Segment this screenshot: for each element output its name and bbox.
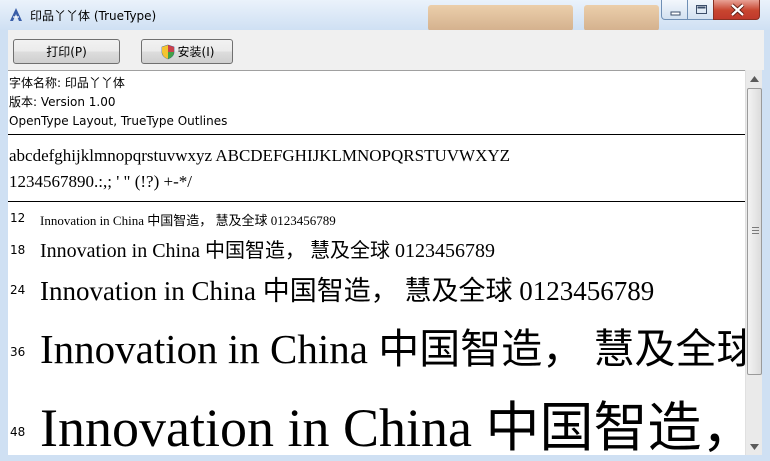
shield-icon xyxy=(161,44,174,59)
install-button[interactable]: 安装(I) xyxy=(141,39,233,64)
maximize-button[interactable] xyxy=(687,0,714,20)
sample-text: Innovation in China 中国智造， 慧及全球 012345678… xyxy=(40,326,745,372)
font-info: 字体名称: 印品丫丫体 版本: Version 1.00 OpenType La… xyxy=(9,74,227,131)
scroll-down-button[interactable] xyxy=(746,438,763,455)
font-type-line: OpenType Layout, TrueType Outlines xyxy=(9,114,228,128)
font-viewer-icon xyxy=(10,8,22,21)
minimize-button[interactable] xyxy=(661,0,688,20)
title-bar[interactable]: 印品丫丫体 (TrueType) xyxy=(0,0,770,31)
grip-icon xyxy=(752,227,759,234)
maximize-icon xyxy=(696,5,707,14)
background-window-ghost xyxy=(584,5,659,31)
sample-size-label: 24 xyxy=(10,283,26,297)
window-bottom-border xyxy=(0,455,770,461)
scroll-thumb[interactable] xyxy=(747,88,762,375)
charset-digits: 1234567890.:,; ' " (!?) +-*/ xyxy=(9,172,192,191)
minimize-icon xyxy=(670,11,681,16)
vertical-scrollbar[interactable] xyxy=(745,70,762,455)
sample-size-label: 48 xyxy=(10,425,26,439)
sample-text: Innovation in China 中国智造， 慧及全球 012345678… xyxy=(40,398,745,455)
chevron-down-icon xyxy=(750,443,759,450)
sample-size-label: 36 xyxy=(10,345,26,359)
print-button[interactable]: 打印(P) xyxy=(13,39,120,64)
window-title: 印品丫丫体 (TrueType) xyxy=(30,9,157,23)
scroll-up-button[interactable] xyxy=(746,70,763,87)
divider xyxy=(8,201,745,202)
sample-text: Innovation in China 中国智造， 慧及全球 012345678… xyxy=(40,213,336,228)
toolbar: 打印(P) 安装(I) xyxy=(8,30,764,70)
divider xyxy=(8,134,745,135)
chevron-up-icon xyxy=(750,75,759,82)
font-name-line: 字体名称: 印品丫丫体 xyxy=(9,76,125,90)
font-viewer-window: 印品丫丫体 (TrueType) 打印(P) 安装(I) 字体名称: 印品丫丫体… xyxy=(0,0,770,461)
character-set: abcdefghijklmnopqrstuvwxyz ABCDEFGHIJKLM… xyxy=(9,143,510,195)
sample-size-label: 12 xyxy=(10,211,26,225)
print-button-label: 打印(P) xyxy=(46,45,87,59)
font-preview-pane: 字体名称: 印品丫丫体 版本: Version 1.00 OpenType La… xyxy=(8,70,745,455)
install-button-label: 安装(I) xyxy=(177,45,215,59)
font-version-line: 版本: Version 1.00 xyxy=(9,95,116,109)
close-icon xyxy=(730,3,745,17)
sample-size-label: 18 xyxy=(10,243,26,257)
sample-text: Innovation in China 中国智造， 慧及全球 012345678… xyxy=(40,240,495,262)
close-button[interactable] xyxy=(713,0,760,20)
background-window-ghost xyxy=(428,5,573,31)
charset-letters: abcdefghijklmnopqrstuvwxyz ABCDEFGHIJKLM… xyxy=(9,146,511,165)
sample-text: Innovation in China 中国智造， 慧及全球 012345678… xyxy=(40,276,655,306)
